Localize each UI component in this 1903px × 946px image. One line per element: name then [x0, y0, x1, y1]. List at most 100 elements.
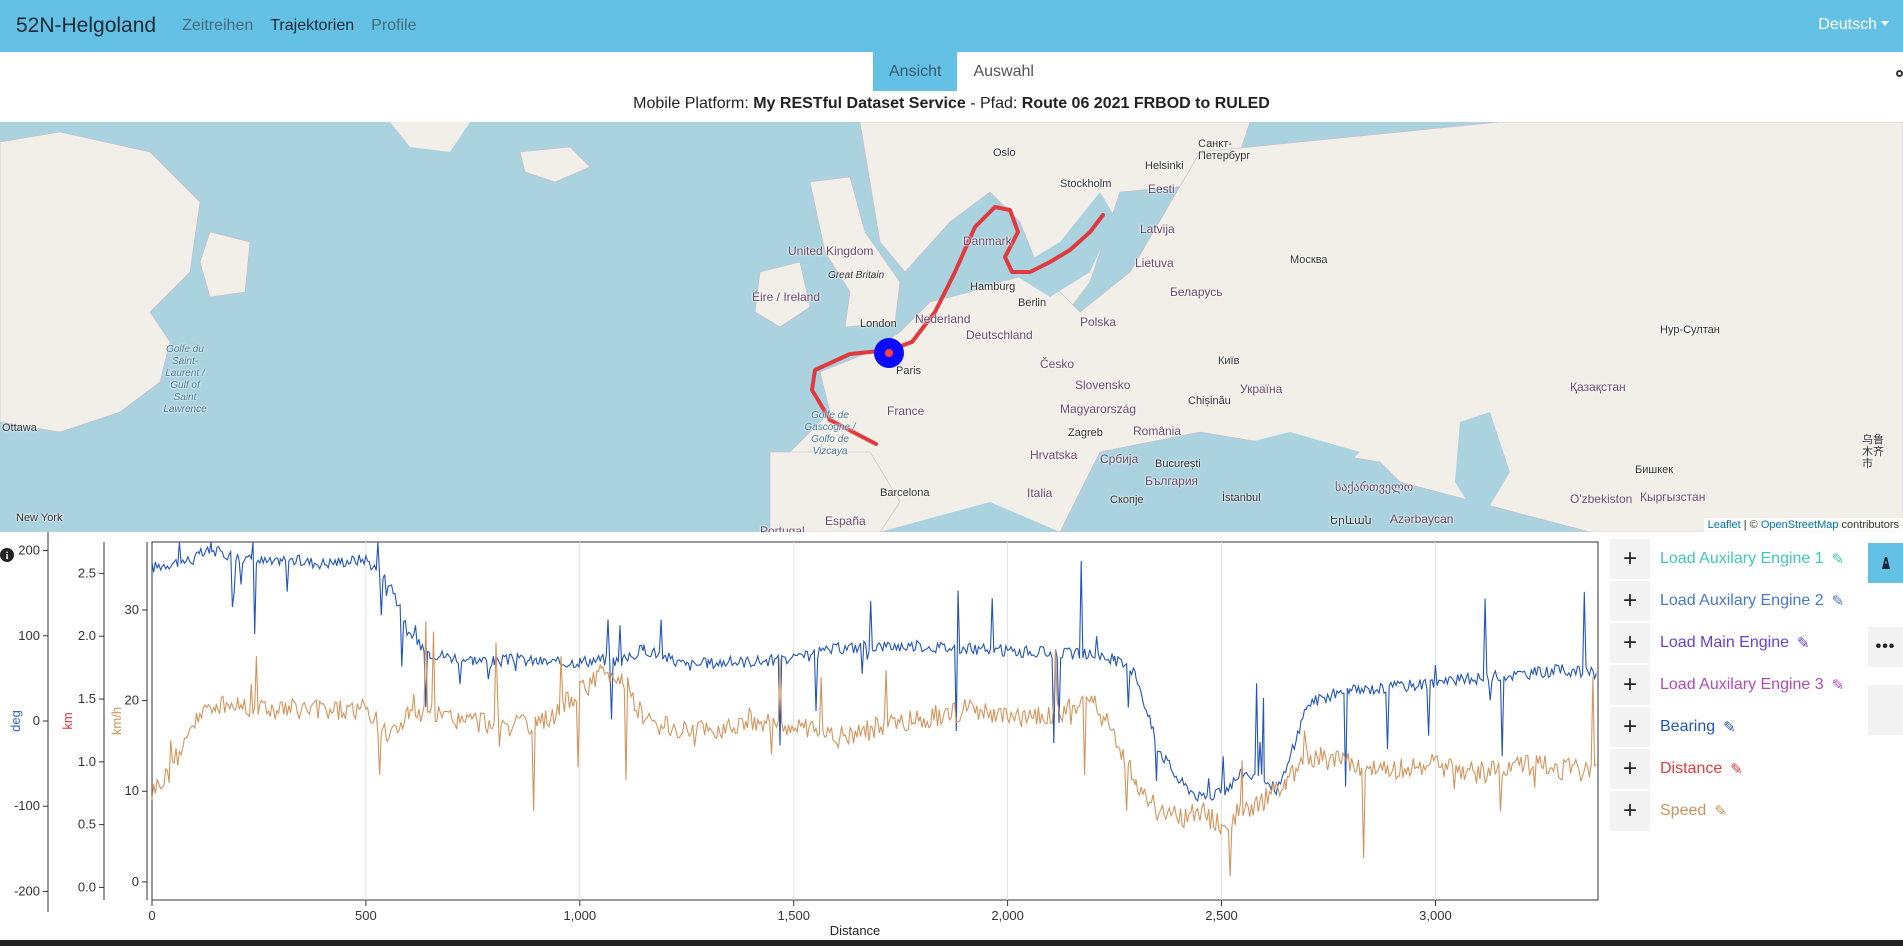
series-line-bearing: [151, 541, 1597, 802]
y-tick-label: 100: [18, 628, 40, 643]
nav-link-profile[interactable]: Profile: [371, 17, 416, 35]
y-tick-label: 0.0: [78, 879, 96, 894]
pencil-icon[interactable]: ✎: [1723, 718, 1736, 736]
expand-plus-icon[interactable]: +: [1610, 791, 1650, 831]
x-tick-label: 3,000: [1419, 908, 1452, 923]
caret-down-icon: [1881, 21, 1889, 26]
osm-link[interactable]: OpenStreetMap: [1761, 519, 1839, 531]
leaflet-link[interactable]: Leaflet: [1708, 519, 1741, 531]
pencil-icon[interactable]: ✎: [1797, 634, 1810, 652]
legend-label[interactable]: Load Auxilary Engine 3: [1660, 676, 1824, 694]
expand-plus-icon[interactable]: +: [1610, 707, 1650, 747]
y-axis-label: deg: [8, 710, 23, 732]
map-label: Санкт-Петербург: [1198, 138, 1251, 162]
pencil-icon[interactable]: ✎: [1832, 592, 1845, 610]
refresh-icon[interactable]: [1896, 70, 1903, 77]
road-icon: [1881, 557, 1890, 569]
y-tick-label: 2.0: [78, 628, 96, 643]
map-label: România: [1133, 424, 1182, 438]
map-base: [0, 122, 1903, 532]
platform-label: Mobile Platform:: [633, 95, 749, 112]
tab-auswahl[interactable]: Auswahl: [957, 52, 1049, 91]
platform-value: My RESTful Dataset Service: [753, 95, 966, 112]
map-label: Київ: [1218, 355, 1240, 367]
map-label: Helsinki: [1145, 160, 1184, 172]
path-label: Pfad:: [979, 95, 1018, 112]
map-label: საქართველო: [1335, 480, 1414, 494]
y-tick-label: 0.5: [78, 817, 96, 832]
brand-logo[interactable]: 52N-Helgoland: [16, 14, 156, 38]
land-greenland: [390, 122, 470, 152]
map-label: Србија: [1100, 452, 1139, 466]
legend-row: + Load Main Engine ✎: [1610, 622, 1850, 664]
pencil-icon[interactable]: ✎: [1730, 760, 1743, 778]
expand-plus-icon[interactable]: +: [1610, 665, 1650, 705]
map-label: Бишкек: [1635, 464, 1674, 476]
chart-area[interactable]: 0 500 1,000 1,500 2,000 2,500 3,000 Distance 200…: [0, 532, 1610, 946]
trajectory-map[interactable]: Oslo Helsinki Санкт-Петербург Stockholm …: [0, 122, 1903, 532]
map-label: Portugal: [760, 524, 805, 532]
map-label: Nederland: [915, 312, 971, 326]
more-options-button[interactable]: •••: [1868, 627, 1903, 667]
y-tick-label: -100: [14, 798, 40, 813]
y-tick-label: 1.5: [78, 691, 96, 706]
map-label: Slovensko: [1075, 378, 1131, 392]
road-view-button[interactable]: [1868, 543, 1903, 583]
language-label: Deutsch: [1818, 16, 1877, 33]
map-label: Éire / Ireland: [752, 290, 821, 304]
map-label: Нур-Султан: [1660, 324, 1720, 336]
map-label: Lietuva: [1135, 256, 1174, 270]
map-label: Zagreb: [1068, 427, 1103, 439]
y-axis-label: km/h: [109, 707, 124, 735]
x-tick-label: 1,500: [777, 908, 810, 923]
legend-row: + Load Auxilary Engine 3 ✎: [1610, 664, 1850, 706]
pencil-icon[interactable]: ✎: [1832, 550, 1845, 568]
map-label: Deutschland: [966, 328, 1033, 342]
map-label: España: [825, 514, 866, 528]
y-tick-label: 20: [125, 693, 139, 708]
subtitle-separator: -: [965, 95, 980, 112]
expand-plus-icon[interactable]: +: [1610, 581, 1650, 621]
nav-link-trajektorien[interactable]: Trajektorien: [270, 17, 354, 35]
language-dropdown[interactable]: Deutsch: [1818, 16, 1889, 34]
legend-row: + Speed ✎: [1610, 790, 1850, 832]
legend-label[interactable]: Speed: [1660, 802, 1706, 820]
timeseries-chart[interactable]: 0 500 1,000 1,500 2,000 2,500 3,000Distance200…: [0, 532, 1610, 946]
map-label: Paris: [896, 365, 922, 377]
expand-plus-icon[interactable]: +: [1610, 623, 1650, 663]
ellipsis-icon: •••: [1875, 638, 1896, 655]
map-label: Stockholm: [1060, 178, 1112, 190]
map-label: Oslo: [993, 147, 1016, 159]
map-label: București: [1155, 458, 1201, 470]
legend-label[interactable]: Load Auxilary Engine 2: [1660, 592, 1824, 610]
legend-label[interactable]: Bearing: [1660, 718, 1715, 736]
dataset-legend: + Load Auxilary Engine 1 ✎ + Load Auxilary E…: [1610, 538, 1850, 832]
side-panel-button[interactable]: [1868, 685, 1903, 735]
legend-row: + Distance ✎: [1610, 748, 1850, 790]
pencil-icon[interactable]: ✎: [1832, 676, 1845, 694]
legend-label[interactable]: Load Main Engine: [1660, 634, 1789, 652]
nav-link-zeitreihen[interactable]: Zeitreihen: [182, 17, 253, 35]
y-tick-label: 0: [132, 874, 139, 889]
map-label: Golfe du Saint-Laurent / Gulf of Saint L…: [163, 344, 207, 415]
tab-ansicht[interactable]: Ansicht: [873, 52, 958, 91]
x-tick-label: 500: [355, 908, 377, 923]
trajectory-subtitle: Mobile Platform: My RESTful Dataset Serv…: [0, 95, 1903, 113]
expand-plus-icon[interactable]: +: [1610, 539, 1650, 579]
y-tick-label: 2.5: [78, 565, 96, 580]
map-label: Երևան: [1330, 515, 1372, 527]
position-marker-center: [885, 349, 893, 357]
y-axis-label: km: [60, 712, 75, 729]
legend-label[interactable]: Load Auxilary Engine 1: [1660, 550, 1824, 568]
map-label: България: [1145, 474, 1199, 488]
map-label: Беларусь: [1170, 285, 1223, 299]
legend-row: + Load Auxilary Engine 1 ✎: [1610, 538, 1850, 580]
map-label: Қазақстан: [1570, 380, 1626, 394]
pencil-icon[interactable]: ✎: [1714, 802, 1727, 820]
legend-label[interactable]: Distance: [1660, 760, 1722, 778]
y-tick-label: 30: [125, 602, 139, 617]
expand-plus-icon[interactable]: +: [1610, 749, 1650, 789]
top-navbar: 52N-Helgoland Zeitreihen Trajektorien Pr…: [0, 0, 1903, 52]
map-label: United Kingdom: [788, 244, 874, 258]
map-label: New York: [16, 512, 63, 524]
